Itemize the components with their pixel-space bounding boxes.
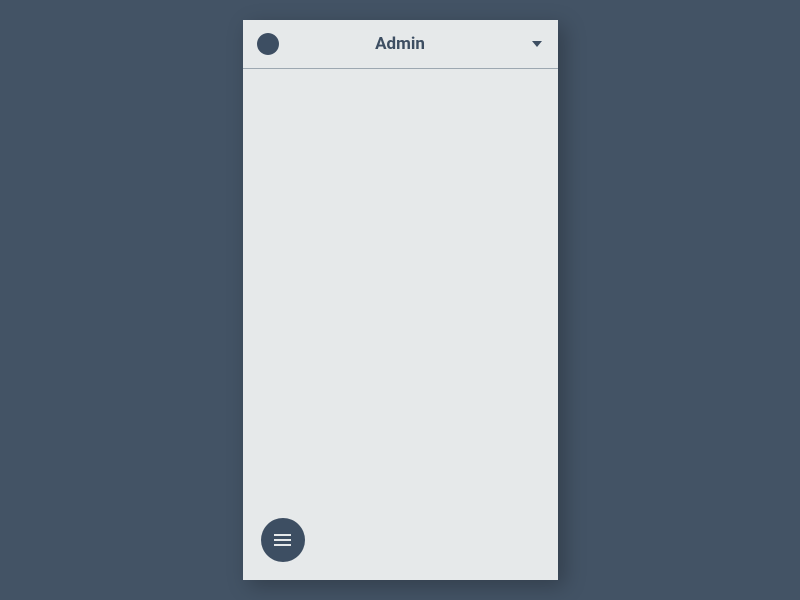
page-title: Admin [243, 34, 558, 54]
avatar[interactable] [257, 33, 279, 55]
hamburger-icon [274, 534, 291, 546]
menu-fab-button[interactable] [261, 518, 305, 562]
app-frame: Admin [243, 20, 558, 580]
top-bar: Admin [243, 20, 558, 69]
dropdown-caret-icon[interactable] [532, 41, 542, 47]
